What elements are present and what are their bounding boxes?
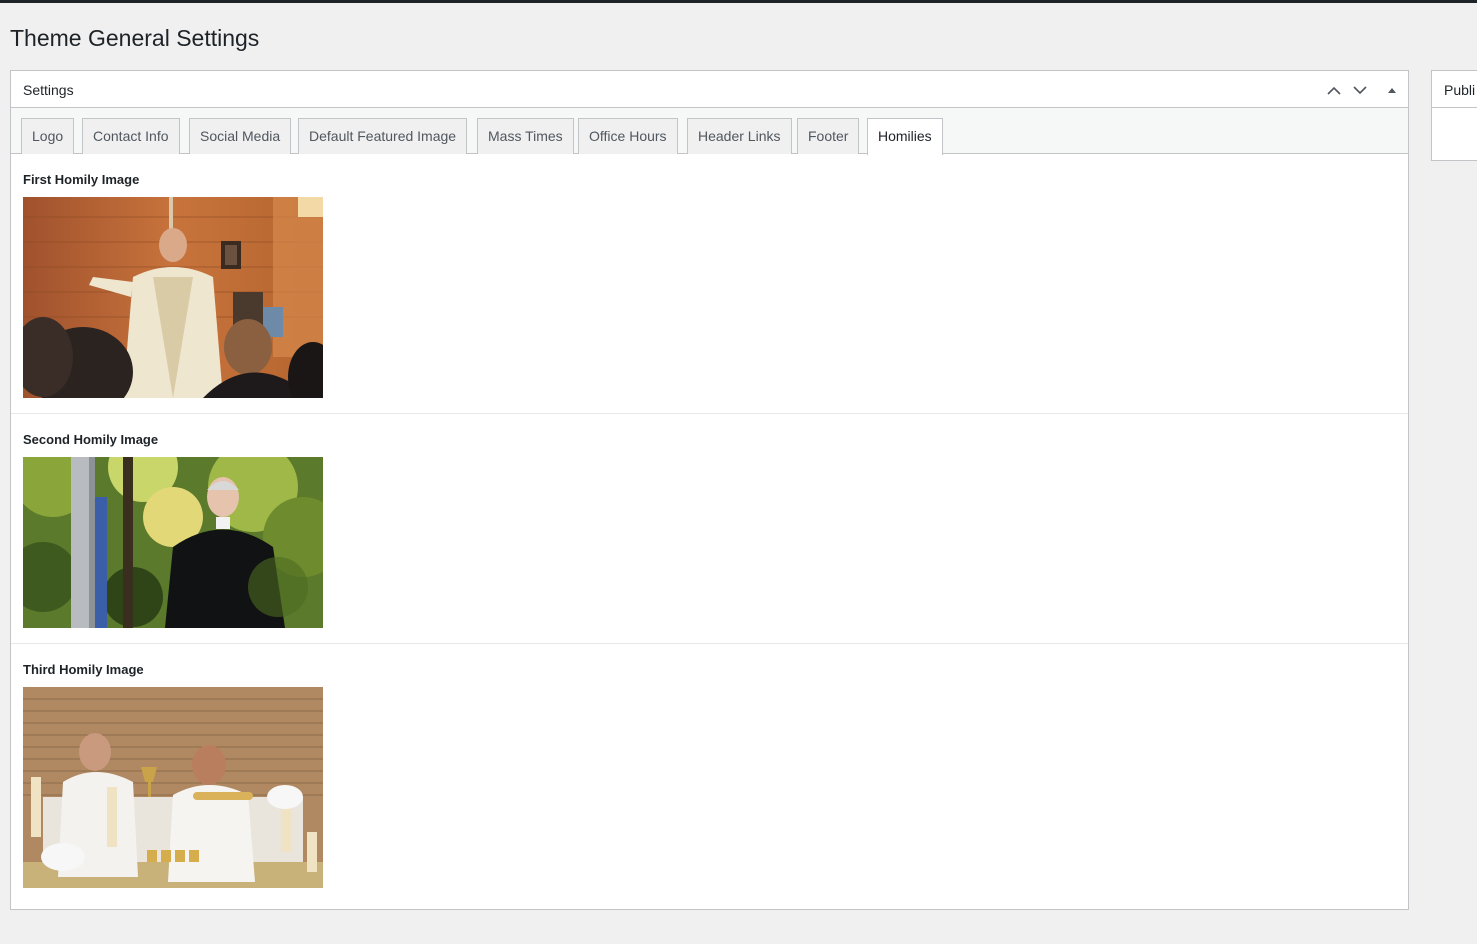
publish-box: Publi (1431, 70, 1477, 161)
image-priests-at-altar (23, 687, 323, 888)
publish-box-header: Publi (1432, 71, 1477, 108)
field-first-homily-image: First Homily Image (11, 154, 1408, 414)
tab-mass-times[interactable]: Mass Times (477, 118, 574, 154)
field-label: Third Homily Image (23, 662, 144, 677)
postbox-title: Settings (23, 82, 74, 98)
field-label: Second Homily Image (23, 432, 159, 447)
page-title: Theme General Settings (10, 25, 260, 51)
chevron-down-icon (1353, 85, 1367, 94)
settings-postbox: Settings Logo Contact Info Social Media … (10, 70, 1409, 910)
first-homily-image-thumbnail[interactable] (23, 197, 323, 398)
tab-logo[interactable]: Logo (21, 118, 75, 154)
admin-top-bar (0, 0, 1477, 3)
toggle-panel-button[interactable] (1382, 80, 1402, 100)
postbox-header: Settings (11, 71, 1408, 108)
move-down-button[interactable] (1350, 80, 1370, 100)
tab-social-media[interactable]: Social Media (189, 118, 292, 154)
tab-contact-info[interactable]: Contact Info (82, 118, 180, 154)
field-third-homily-image: Third Homily Image (11, 644, 1408, 944)
chevron-up-icon (1327, 86, 1341, 95)
triangle-up-icon (1388, 87, 1396, 93)
field-second-homily-image: Second Homily Image (11, 414, 1408, 644)
tab-header-links[interactable]: Header Links (687, 118, 792, 154)
image-priest-preaching (23, 197, 323, 398)
second-homily-image-thumbnail[interactable] (23, 457, 323, 628)
tab-homilies[interactable]: Homilies (867, 118, 943, 155)
tab-default-featured-image[interactable]: Default Featured Image (298, 118, 468, 154)
tab-office-hours[interactable]: Office Hours (578, 118, 678, 154)
move-up-button[interactable] (1324, 80, 1344, 100)
tab-footer[interactable]: Footer (797, 118, 860, 154)
publish-box-title: Publi (1444, 82, 1476, 98)
tabs-bar: Logo Contact Info Social Media Default F… (11, 108, 1408, 155)
third-homily-image-thumbnail[interactable] (23, 687, 323, 888)
image-priest-outdoors (23, 457, 323, 628)
field-label: First Homily Image (23, 172, 140, 187)
